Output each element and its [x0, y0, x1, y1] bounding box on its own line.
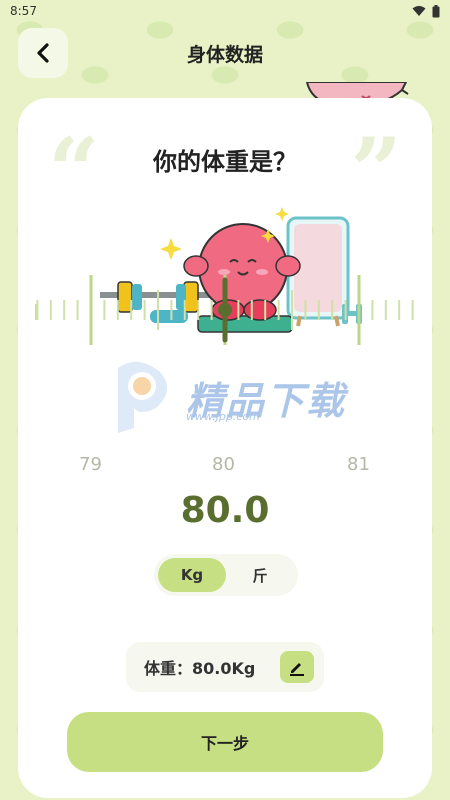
edit-button[interactable]: [280, 651, 314, 683]
ruler-label-81: 81: [347, 454, 370, 475]
weight-card: “ ” 你的体重是？: [18, 98, 432, 798]
status-bar: 8:57: [0, 0, 450, 22]
pencil-icon: [290, 663, 304, 676]
unit-option-jin[interactable]: 斤: [226, 558, 294, 592]
weight-summary-text: 体重：80.0Kg: [144, 659, 256, 678]
weight-question: 你的体重是？: [153, 148, 297, 176]
watermark-logo-icon: [118, 361, 168, 433]
watermark: 精品下载 www.jpp.com: [108, 358, 358, 438]
unit-option-kg[interactable]: Kg: [158, 558, 226, 592]
app-header: 身体数据: [0, 28, 450, 80]
battery-icon: [432, 4, 440, 17]
page-title: 身体数据: [186, 44, 263, 66]
unit-toggle: Kg 斤: [154, 554, 298, 596]
ruler-label-79: 79: [79, 454, 102, 475]
ruler-label-80: 80: [212, 454, 235, 475]
weight-summary: 体重：80.0Kg: [126, 642, 324, 692]
next-step-button[interactable]: 下一步: [67, 712, 383, 772]
watermark-url: www.jpp.com: [186, 410, 260, 423]
status-time: 8:57: [10, 4, 37, 18]
wifi-icon: [412, 6, 426, 16]
weight-value: 80.0: [180, 490, 270, 531]
